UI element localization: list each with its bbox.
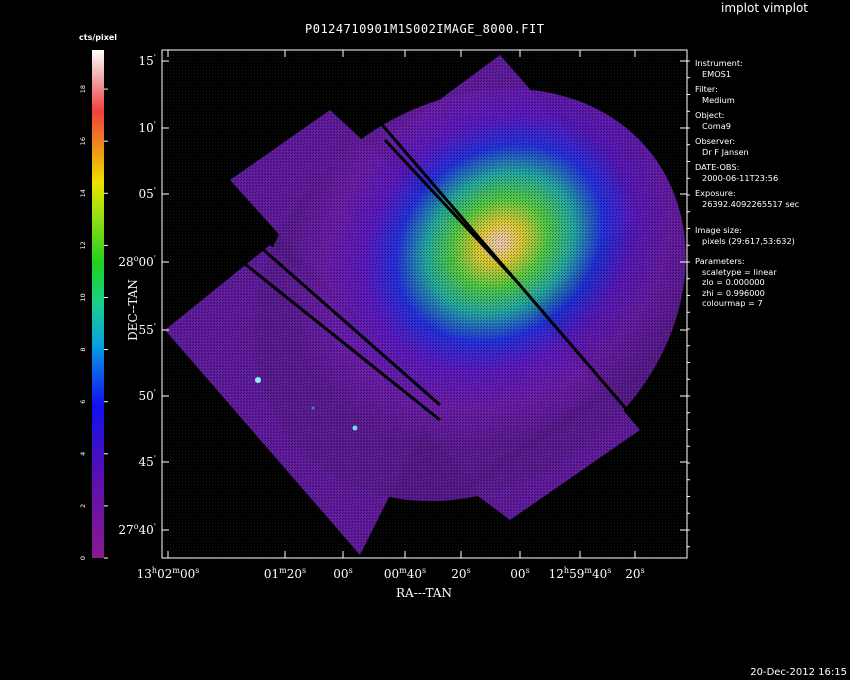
tick-label: 20s bbox=[451, 566, 470, 581]
tick-label: 45' bbox=[139, 454, 156, 469]
tick-label: 28o00' bbox=[118, 254, 156, 269]
tick-label: 50' bbox=[139, 388, 156, 403]
info-value: EMOS1 bbox=[702, 68, 732, 79]
info-block: Exposure: 26392.4092265517 sec bbox=[695, 188, 799, 209]
info-key: Filter: bbox=[695, 84, 718, 94]
tick-label: 20s bbox=[625, 566, 644, 581]
info-key: Observer: bbox=[695, 136, 736, 146]
tick-label: 27o40' bbox=[118, 522, 156, 537]
tick-label: 05' bbox=[139, 186, 156, 201]
info-value: 26392.4092265517 sec bbox=[702, 198, 800, 209]
point-source bbox=[311, 406, 315, 410]
info-value: colourmap = 7 bbox=[702, 298, 763, 308]
timestamp: 20-Dec-2012 16:15 bbox=[750, 667, 847, 678]
info-value: scaletype = linear bbox=[702, 266, 777, 277]
info-key: Instrument: bbox=[695, 58, 743, 68]
info-value: Medium bbox=[702, 94, 735, 105]
pixel-noise bbox=[162, 50, 687, 558]
info-block: Instrument: EMOS1 bbox=[695, 58, 799, 79]
info-value: pixels (29:617,53:632) bbox=[702, 235, 795, 246]
tick-label: 00s bbox=[510, 566, 529, 581]
tick-label: 13h02m00s bbox=[137, 566, 200, 581]
info-block: Observer: Dr F Jansen bbox=[695, 136, 799, 157]
info-value: zlo = 0.000000 bbox=[702, 277, 765, 287]
x-axis-label: RA---TAN bbox=[396, 586, 452, 600]
info-block: Image size: pixels (29:617,53:632) bbox=[695, 225, 799, 246]
tick-label: 00m40s bbox=[384, 566, 426, 581]
info-block: Parameters: scaletype = linear zlo = 0.000… bbox=[695, 256, 799, 309]
info-key: Parameters: bbox=[695, 256, 745, 266]
info-value: zhi = 0.996000 bbox=[702, 287, 765, 298]
info-key: DATE-OBS: bbox=[695, 162, 740, 172]
info-key: Exposure: bbox=[695, 188, 736, 198]
tick-label: 00s bbox=[333, 566, 352, 581]
point-source bbox=[352, 425, 358, 431]
info-block: Filter: Medium bbox=[695, 84, 799, 105]
info-value: Dr F Jansen bbox=[702, 146, 749, 157]
info-key: Object: bbox=[695, 110, 725, 120]
info-block: Object: Coma9 bbox=[695, 110, 799, 131]
tick-label: 12h59m40s bbox=[549, 566, 612, 581]
y-axis-label: DEC--TAN bbox=[126, 279, 140, 341]
tick-label: 15' bbox=[139, 53, 156, 68]
info-value: 2000-06-11T23:56 bbox=[702, 172, 779, 183]
info-key: Image size: bbox=[695, 225, 742, 235]
tick-label: 01m20s bbox=[264, 566, 306, 581]
info-value: Coma9 bbox=[702, 120, 731, 131]
point-source bbox=[255, 377, 261, 383]
tick-label: 10' bbox=[139, 120, 156, 135]
info-block: DATE-OBS: 2000-06-11T23:56 bbox=[695, 162, 799, 183]
tick-label: 55' bbox=[139, 322, 156, 337]
header-info-panel: Instrument: EMOS1 Filter: Medium Object: Coma… bbox=[695, 58, 799, 314]
xray-image bbox=[162, 50, 687, 558]
